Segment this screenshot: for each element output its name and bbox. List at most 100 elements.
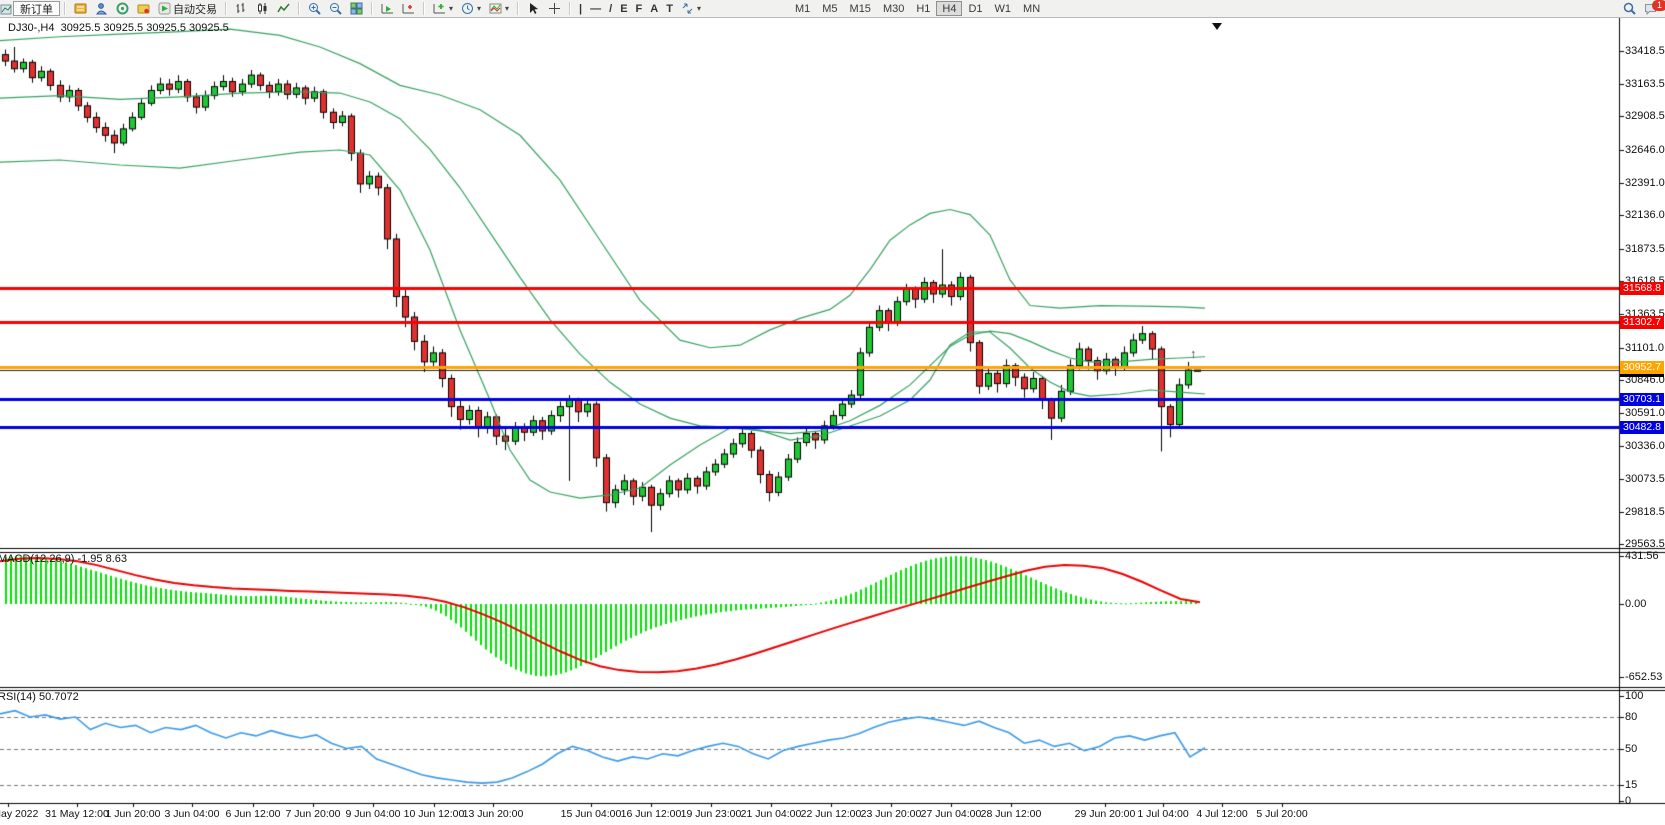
chart-canvas[interactable] [0,0,1665,825]
vertical-line-icon: | [579,3,582,15]
order-group: 新订单 [0,0,60,17]
search-icon [1623,2,1636,15]
line-chart-button[interactable] [273,1,294,16]
horizontal-line-icon: — [590,3,601,15]
date-tick-label: 13 Jun 20:00 [453,808,533,820]
navigator-button[interactable] [112,1,133,16]
rsi-indicator-label: RSI(14) 50.7072 [0,691,79,703]
trendline-icon: / [609,3,612,15]
insert-group: ▾ ▾ ▾ [429,0,513,17]
timeframe-m15-button[interactable]: M15 [844,1,877,16]
separator [423,2,425,15]
rsi-tick-label: 80 [1625,711,1637,723]
equidistant-channel-button[interactable]: E [616,1,631,16]
notification-badge[interactable]: 1 [1652,0,1665,11]
text-label-icon: T [666,3,673,15]
zoom-group [304,0,367,17]
price-level-badge: 30703.1 [1620,393,1664,406]
crosshair-button[interactable] [544,1,565,16]
auto-scroll-button[interactable] [377,1,398,16]
chevron-down-icon: ▾ [477,4,481,13]
chevron-down-icon: ▾ [697,4,701,13]
chevron-down-icon: ▾ [449,4,453,13]
trendline-button[interactable]: / [605,1,616,16]
data-window-icon [95,2,108,15]
macd-tick-label: -652.53 [1625,671,1662,683]
mt-terminal-window: 新订单 自动交易 [0,0,1665,825]
horizontal-line-button[interactable]: — [586,1,605,16]
toolbar: 新订单 自动交易 [0,0,1665,18]
rsi-tick-label: 100 [1625,690,1643,702]
rsi-tick-label: 0 [1625,795,1631,807]
vertical-line-button[interactable]: | [575,1,586,16]
timeframe-m5-button[interactable]: M5 [816,1,843,16]
autotrading-button[interactable]: 自动交易 [154,1,221,16]
new-order-button[interactable]: 新订单 [13,1,60,16]
timeframe-m30-button[interactable]: M30 [877,1,910,16]
timeframe-h4-button[interactable]: H4 [936,1,962,16]
arrows-icon [681,2,694,15]
price-level-badge: 31568.8 [1620,282,1664,295]
chart-icon [0,2,13,15]
chart-shift-button[interactable] [398,1,419,16]
templates-button[interactable]: ▾ [485,1,513,16]
macd-indicator-label: MACD(12,26,9) -1.95 8.63 [0,553,127,565]
market-watch-icon [74,2,87,15]
periods-button[interactable]: ▾ [457,1,485,16]
price-tick-label: 30336.0 [1625,440,1665,452]
price-tick-label: 33163.5 [1625,78,1665,90]
timeframe-m1-button[interactable]: M1 [789,1,816,16]
price-tick-label: 32391.0 [1625,177,1665,189]
cursor-button[interactable] [523,1,544,16]
text-icon: A [650,3,658,15]
price-level-badge: 30482.8 [1620,421,1664,434]
separator [569,2,571,15]
arrows-button[interactable]: ▾ [677,1,705,16]
line-chart-icon [277,2,290,15]
clock-icon [461,2,474,15]
autotrading-label: 自动交易 [173,1,217,17]
zoom-out-icon [329,2,342,15]
timeframe-w1-button[interactable]: W1 [989,1,1018,16]
price-tick-label: 32908.5 [1625,110,1665,122]
timeframe-mn-button[interactable]: MN [1017,1,1046,16]
tile-windows-icon [350,2,363,15]
fibonacci-button[interactable]: F [632,1,647,16]
tile-windows-button[interactable] [346,1,367,16]
zoom-in-button[interactable] [304,1,325,16]
text-button[interactable]: A [646,1,662,16]
separator [298,2,300,15]
price-tick-label: 31873.5 [1625,243,1665,255]
price-tick-label: 31101.0 [1625,342,1664,354]
chart-type-group [231,0,294,17]
date-tick-label: 5 Jul 20:00 [1242,808,1322,820]
zoom-out-button[interactable] [325,1,346,16]
indicators-icon [433,2,446,15]
timeframe-h1-button[interactable]: H1 [910,1,936,16]
market-watch-button[interactable] [70,1,91,16]
price-tick-label: 32136.0 [1625,209,1665,221]
indicators-button[interactable]: ▾ [429,1,457,16]
data-window-button[interactable] [91,1,112,16]
objects-group: | — / E F A T ▾ [523,0,705,17]
candlestick-chart-button[interactable] [252,1,273,16]
terminal-button[interactable] [133,1,154,16]
timeframe-d1-button[interactable]: D1 [962,1,988,16]
autotrading-play-icon [158,2,171,15]
bar-chart-icon [235,2,248,15]
chevron-down-icon: ▾ [505,4,509,13]
price-tick-label: 33418.5 [1625,45,1665,57]
last-bar-marker-icon[interactable] [1212,23,1222,30]
panels-group: 自动交易 [70,0,221,17]
crosshair-icon [548,2,561,15]
bar-chart-button[interactable] [231,1,252,16]
zoom-in-icon [308,2,321,15]
toolbar-right-group: 1 [1619,1,1665,16]
search-button[interactable] [1619,1,1640,16]
price-level-badge: 30952.7 [1620,361,1664,374]
macd-tick-label: 0.00 [1625,598,1646,610]
channel-icon: E [620,3,627,15]
date-tick-label: 28 Jun 12:00 [971,808,1051,820]
text-label-button[interactable]: T [662,1,677,16]
auto-scroll-icon [381,2,394,15]
